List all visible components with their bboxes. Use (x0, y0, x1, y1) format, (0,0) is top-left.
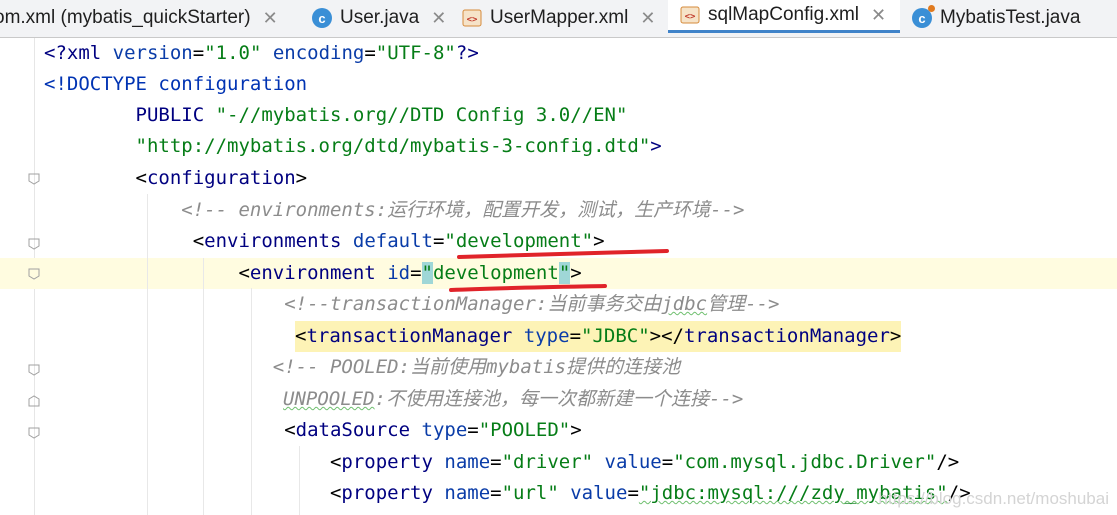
java-test-icon: c (912, 5, 935, 28)
code-line-2: <!DOCTYPE configuration (44, 73, 308, 95)
tab-pom-xml[interactable]: om.xml (mybatis_quickStarter) ✕ (0, 0, 300, 36)
code-line-10: <transactionManager type="JDBC"></transa… (295, 321, 902, 352)
code-line-6: <!-- environments:运行环境，配置开发，测试，生产环境--> (44, 199, 745, 221)
fold-icon[interactable] (28, 364, 40, 376)
xml-file-icon: <> (462, 9, 482, 27)
svg-text:<>: <> (467, 15, 478, 25)
close-icon[interactable]: ✕ (871, 5, 886, 26)
code-line-11: <!-- POOLED:当前使用mybatis提供的连接池 (44, 356, 681, 378)
code-line-14: <property name="driver" value="com.mysql… (44, 451, 960, 473)
code-editor[interactable]: <?xml version="1.0" encoding="UTF-8"?> <… (0, 38, 1117, 515)
code-line-12: UNPOOLED:不使用连接池，每一次都新建一个连接--> (283, 388, 744, 410)
tab-sqlmapconfig-xml[interactable]: <> sqlMapConfig.xml ✕ (668, 0, 900, 33)
code-line-9: <!--transactionManager:当前事务交由jdbc管理--> (44, 293, 780, 315)
close-icon[interactable]: ✕ (431, 8, 446, 29)
tab-user-java[interactable]: c User.java ✕ (312, 0, 452, 36)
tab-label: sqlMapConfig.xml (708, 4, 859, 25)
close-icon[interactable]: ✕ (640, 8, 655, 29)
code-line-4: "http://mybatis.org/dtd/mybatis-3-config… (44, 135, 662, 157)
tab-label: User.java (340, 7, 420, 28)
red-underline-annotation (449, 284, 607, 292)
tab-mybatistest-java[interactable]: c MybatisTest.java (912, 0, 1117, 36)
fold-icon[interactable] (28, 268, 40, 280)
tab-usermapper-xml[interactable]: <> UserMapper.xml ✕ (462, 0, 662, 36)
code-line-5: <configuration> (44, 167, 308, 189)
fold-icon[interactable] (28, 238, 40, 250)
code-line-1: <?xml version="1.0" encoding="UTF-8"?> (44, 42, 479, 64)
editor-tab-bar: om.xml (mybatis_quickStarter) ✕ c User.j… (0, 0, 1117, 38)
fold-end-icon[interactable] (28, 395, 40, 407)
xml-file-icon: <> (680, 6, 700, 24)
code-line-13: <dataSource type="POOLED"> (44, 419, 582, 441)
close-icon[interactable]: ✕ (263, 8, 278, 29)
fold-icon[interactable] (28, 427, 40, 439)
red-underline-annotation (457, 249, 669, 259)
code-line-15: <property name="url" value="jdbc:mysql:/… (44, 482, 971, 504)
tab-label: UserMapper.xml (490, 7, 629, 28)
fold-icon[interactable] (28, 173, 40, 185)
watermark: https://blog.csdn.net/moshubai (878, 489, 1109, 508)
code-line-3: PUBLIC "-//mybatis.org//DTD Config 3.0//… (44, 104, 628, 126)
java-class-icon: c (312, 8, 332, 28)
svg-text:<>: <> (685, 12, 696, 22)
tab-label: om.xml (mybatis_quickStarter) (0, 7, 251, 28)
tab-label: MybatisTest.java (940, 7, 1081, 28)
